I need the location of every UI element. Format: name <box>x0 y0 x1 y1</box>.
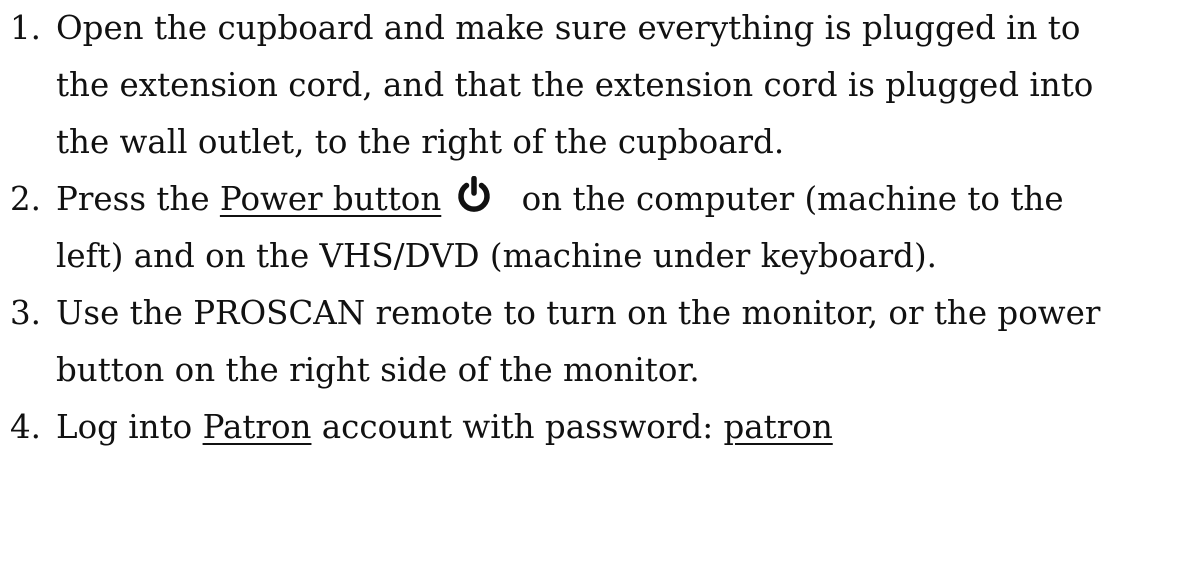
instructions-document: 1. Open the cupboard and make sure every… <box>0 0 1202 571</box>
step-number: 2. <box>10 180 42 218</box>
step-text-line: Open the cupboard and make sure everythi… <box>56 9 1081 47</box>
step-text-line: Use the PROSCAN remote to turn on the mo… <box>56 294 1101 332</box>
step-text-line: left) and on the VHS/DVD (machine under … <box>56 237 937 275</box>
step-number: 3. <box>10 294 42 332</box>
step-text-line: button on the right side of the monitor. <box>56 351 700 389</box>
step-text-suffix: on the computer (machine to the <box>511 180 1064 218</box>
password-value: patron <box>723 408 833 446</box>
step-2: 2. Press the Power button on the compute… <box>0 171 1064 285</box>
step-3: 3. Use the PROSCAN remote to turn on the… <box>0 285 1100 399</box>
step-4: 4. Log into Patron account with password… <box>0 399 833 456</box>
step-text-line: the wall outlet, to the right of the cup… <box>56 123 785 161</box>
power-icon <box>455 175 493 213</box>
power-button-label: Power button <box>219 180 442 218</box>
step-text-prefix: Log into <box>56 408 203 446</box>
step-text-line: Press the Power button on the computer (… <box>56 171 1064 228</box>
step-number: 1. <box>10 9 42 47</box>
step-text-middle: account with password: <box>311 408 724 446</box>
step-text-line: Log into Patron account with password: p… <box>56 399 833 456</box>
step-text-line: the extension cord, and that the extensi… <box>56 66 1094 104</box>
step-1: 1. Open the cupboard and make sure every… <box>0 0 1093 171</box>
account-name: Patron <box>202 408 312 446</box>
step-text-prefix: Press the <box>56 180 220 218</box>
step-number: 4. <box>10 408 42 446</box>
